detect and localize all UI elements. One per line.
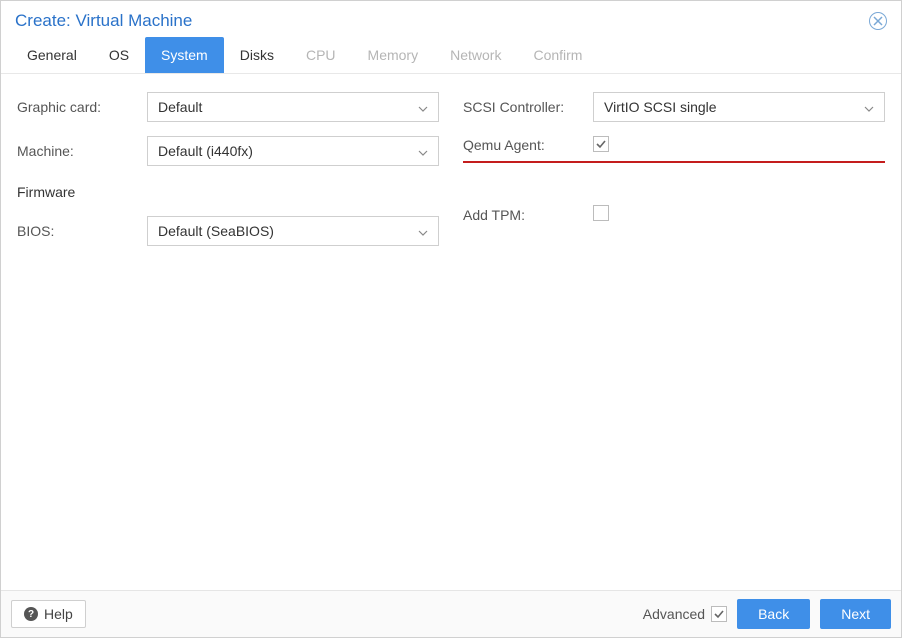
scsi-label: SCSI Controller: [463, 99, 593, 115]
row-machine: Machine: Default (i440fx) [17, 136, 439, 166]
tab-confirm: Confirm [517, 37, 598, 73]
tab-system[interactable]: System [145, 37, 224, 73]
add-tpm-checkbox[interactable] [593, 205, 609, 221]
tab-network: Network [434, 37, 517, 73]
scsi-controller-select[interactable]: VirtIO SCSI single [593, 92, 885, 122]
row-graphic-card: Graphic card: Default [17, 92, 439, 122]
chevron-down-icon [418, 223, 428, 239]
scsi-value: VirtIO SCSI single [604, 99, 717, 115]
help-icon: ? [24, 607, 38, 621]
chevron-down-icon [864, 99, 874, 115]
tab-general[interactable]: General [11, 37, 93, 73]
right-column: SCSI Controller: VirtIO SCSI single Qemu… [463, 92, 885, 572]
bios-label: BIOS: [17, 223, 147, 239]
advanced-checkbox[interactable] [711, 606, 727, 622]
machine-select[interactable]: Default (i440fx) [147, 136, 439, 166]
advanced-label: Advanced [643, 606, 705, 622]
advanced-toggle[interactable]: Advanced [643, 606, 727, 622]
row-add-tpm: Add TPM: [463, 205, 885, 224]
qemu-agent-checkbox[interactable] [593, 136, 609, 152]
bios-select[interactable]: Default (SeaBIOS) [147, 216, 439, 246]
graphic-card-value: Default [158, 99, 202, 115]
titlebar: Create: Virtual Machine [1, 1, 901, 37]
row-qemu-agent: Qemu Agent: [463, 136, 885, 163]
dialog-title: Create: Virtual Machine [15, 11, 192, 31]
row-scsi-controller: SCSI Controller: VirtIO SCSI single [463, 92, 885, 122]
chevron-down-icon [418, 99, 428, 115]
row-bios: BIOS: Default (SeaBIOS) [17, 216, 439, 246]
graphic-card-select[interactable]: Default [147, 92, 439, 122]
tab-cpu: CPU [290, 37, 352, 73]
form-body: Graphic card: Default Machine: Default (… [1, 74, 901, 590]
bios-value: Default (SeaBIOS) [158, 223, 274, 239]
next-button[interactable]: Next [820, 599, 891, 629]
close-icon[interactable] [869, 12, 887, 30]
help-button[interactable]: ? Help [11, 600, 86, 628]
dialog-create-vm: Create: Virtual Machine General OS Syste… [0, 0, 902, 638]
tab-memory: Memory [352, 37, 435, 73]
chevron-down-icon [418, 143, 428, 159]
wizard-tabs: General OS System Disks CPU Memory Netwo… [1, 37, 901, 74]
add-tpm-label: Add TPM: [463, 207, 593, 223]
help-label: Help [44, 606, 73, 622]
dialog-footer: ? Help Advanced Back Next [1, 590, 901, 637]
graphic-card-label: Graphic card: [17, 99, 147, 115]
firmware-heading: Firmware [17, 180, 439, 202]
footer-right: Advanced Back Next [643, 599, 891, 629]
qemu-agent-label: Qemu Agent: [463, 137, 593, 153]
tab-os[interactable]: OS [93, 37, 145, 73]
machine-value: Default (i440fx) [158, 143, 253, 159]
left-column: Graphic card: Default Machine: Default (… [17, 92, 439, 572]
tab-disks[interactable]: Disks [224, 37, 290, 73]
back-button[interactable]: Back [737, 599, 810, 629]
machine-label: Machine: [17, 143, 147, 159]
